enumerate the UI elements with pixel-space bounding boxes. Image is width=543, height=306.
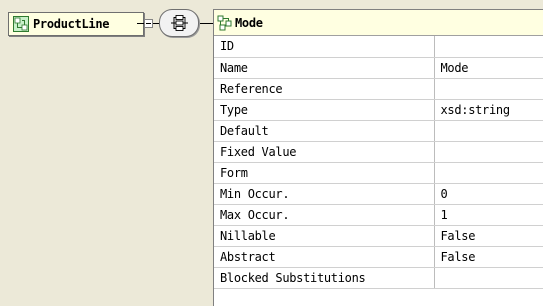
property-row[interactable]: Form <box>214 162 543 184</box>
property-row[interactable]: Blocked Substitutions <box>214 267 543 289</box>
property-value-cell[interactable] <box>434 36 543 58</box>
property-row[interactable]: Abstract False <box>214 246 543 268</box>
property-row[interactable]: ID <box>214 36 543 58</box>
property-value-cell[interactable]: Mode <box>434 57 543 79</box>
property-row[interactable]: Reference <box>214 78 543 100</box>
property-row[interactable]: Max Occur. 1 <box>214 204 543 226</box>
property-row[interactable]: Nillable False <box>214 225 543 247</box>
element-node-productline[interactable]: ProductLine <box>8 12 144 36</box>
property-name-cell: Default <box>214 120 435 142</box>
property-value-cell[interactable]: 1 <box>434 204 543 226</box>
property-value-cell[interactable]: xsd:string <box>434 99 543 121</box>
sequence-compositor[interactable] <box>159 9 199 37</box>
properties-panel-title: Mode <box>235 15 263 30</box>
property-value-cell[interactable]: False <box>434 246 543 268</box>
property-value-cell[interactable]: 0 <box>434 183 543 205</box>
property-row[interactable]: Min Occur. 0 <box>214 183 543 205</box>
collapse-toggle[interactable] <box>144 19 153 28</box>
property-name-cell: Fixed Value <box>214 141 435 163</box>
properties-panel-header[interactable]: Mode <box>214 10 543 36</box>
property-row[interactable]: Fixed Value <box>214 141 543 163</box>
property-name-cell: ID <box>214 36 435 58</box>
element-node-label: ProductLine <box>33 17 110 31</box>
property-row[interactable]: Type xsd:string <box>214 99 543 121</box>
property-name-cell: Min Occur. <box>214 183 435 205</box>
property-name-cell: Type <box>214 99 435 121</box>
property-name-cell: Name <box>214 57 435 79</box>
attribute-icon <box>217 15 232 30</box>
property-value-cell[interactable]: False <box>434 225 543 247</box>
property-name-cell: Form <box>214 162 435 184</box>
property-name-cell: Max Occur. <box>214 204 435 226</box>
property-row[interactable]: Default <box>214 120 543 142</box>
property-name-cell: Blocked Substitutions <box>214 267 435 289</box>
schema-diagram-canvas: ProductLine Mode IDNameModeReference <box>0 0 543 306</box>
property-row[interactable]: Name Mode <box>214 57 543 79</box>
property-value-cell[interactable] <box>434 141 543 163</box>
sequence-icon <box>171 15 188 31</box>
properties-table: ID Name Mode Reference Type xsd:string Default… <box>214 36 543 289</box>
property-value-cell[interactable] <box>434 162 543 184</box>
properties-panel: Mode ID Name Mode Reference Type xsd:string De… <box>213 9 543 306</box>
property-value-cell[interactable] <box>434 120 543 142</box>
property-value-cell[interactable] <box>434 267 543 289</box>
property-name-cell: Abstract <box>214 246 435 268</box>
property-name-cell: Nillable <box>214 225 435 247</box>
connector-line <box>199 23 213 24</box>
connector-line <box>137 23 144 24</box>
property-value-cell[interactable] <box>434 78 543 100</box>
element-icon <box>13 16 29 32</box>
property-name-cell: Reference <box>214 78 435 100</box>
